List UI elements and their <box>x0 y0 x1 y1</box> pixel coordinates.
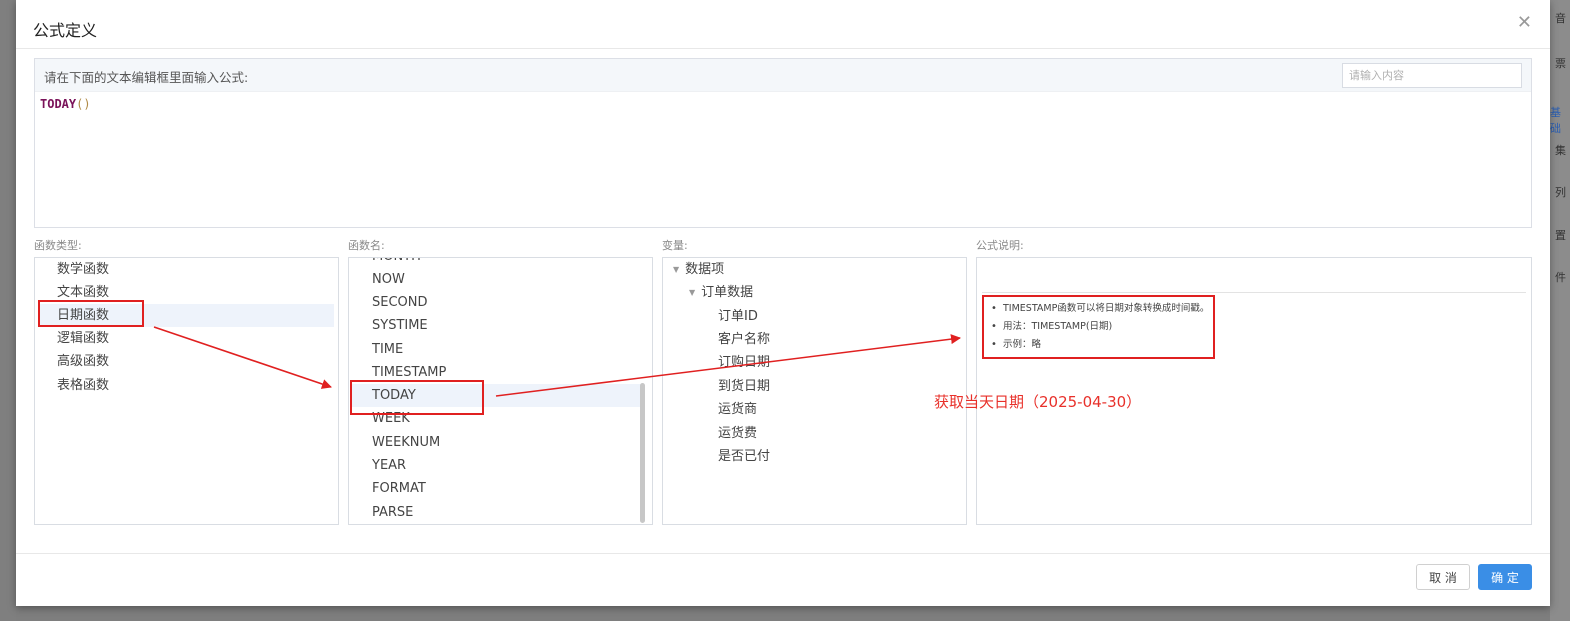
description-item: 示例：略 <box>989 336 1209 354</box>
function-item[interactable]: WEEK <box>372 407 410 430</box>
function-item[interactable]: SYSTIME <box>372 314 428 337</box>
tree-leaf[interactable]: 订购日期 <box>718 351 770 374</box>
function-item[interactable]: TIMESTAMP <box>372 361 446 384</box>
description-item: TIMESTAMP函数可以将日期对象转换成时间戳。 <box>989 300 1209 318</box>
formula-parens-token: () <box>76 97 91 111</box>
function-item[interactable]: MONTH <box>372 258 421 268</box>
category-panel-label: 函数类型: <box>34 239 82 252</box>
category-list: 数学函数 文本函数 日期函数 逻辑函数 高级函数 表格函数 <box>34 257 339 525</box>
background-text: 置 <box>1555 229 1566 242</box>
function-item[interactable]: FORMAT <box>372 477 426 500</box>
category-item[interactable]: 数学函数 <box>57 258 109 281</box>
tree-leaf[interactable]: 运货商 <box>718 398 757 421</box>
category-item-selected[interactable]: 日期函数 <box>39 304 334 327</box>
function-list: MONTH NOW SECOND SYSTIME TIME TIMESTAMP … <box>348 257 653 525</box>
tree-leaf[interactable]: 客户名称 <box>718 328 770 351</box>
description-divider <box>982 292 1526 293</box>
function-item[interactable]: SECOND <box>372 291 428 314</box>
background-text: 件 <box>1555 271 1566 284</box>
function-item[interactable]: TIME <box>372 338 403 361</box>
tree-leaf[interactable]: 是否已付 <box>718 445 770 468</box>
function-panel-label: 函数名: <box>348 239 385 252</box>
background-app-right: 音 票 基础 集 列 置 件 <box>1550 0 1570 621</box>
tree-node-group[interactable]: ▼ 订单数据 <box>689 281 753 304</box>
background-app-left <box>0 0 16 621</box>
close-icon[interactable]: ✕ <box>1517 14 1532 32</box>
formula-editor[interactable]: 请在下面的文本编辑框里面输入公式: TODAY() <box>34 58 1532 228</box>
search-input[interactable] <box>1342 63 1522 88</box>
editor-hint: 请在下面的文本编辑框里面输入公式: <box>44 70 249 85</box>
function-list-scrollbar[interactable] <box>640 383 645 523</box>
cancel-button[interactable]: 取 消 <box>1416 564 1470 590</box>
annotation-text: 获取当天日期（2025-04-30） <box>934 393 1142 411</box>
caret-down-icon: ▼ <box>689 288 696 297</box>
caret-down-icon: ▼ <box>673 265 680 274</box>
function-item[interactable]: PARSE <box>372 501 413 524</box>
function-item-selected[interactable]: TODAY <box>351 384 641 407</box>
variable-panel-label: 变量: <box>662 239 688 252</box>
formula-code[interactable]: TODAY() <box>40 97 91 111</box>
formula-function-token: TODAY <box>40 97 77 111</box>
description-list: TIMESTAMP函数可以将日期对象转换成时间戳。 用法：TIMESTAMP(日… <box>989 300 1209 354</box>
category-item[interactable]: 高级函数 <box>57 350 109 373</box>
formula-definition-dialog: 公式定义 ✕ 请在下面的文本编辑框里面输入公式: TODAY() 函数类型: 函… <box>16 0 1550 606</box>
background-text: 基础 <box>1550 106 1561 135</box>
dialog-footer: 取 消 确 定 <box>16 553 1550 606</box>
function-item[interactable]: WEEKNUM <box>372 431 440 454</box>
category-item[interactable]: 逻辑函数 <box>57 327 109 350</box>
background-text: 音 <box>1555 12 1566 25</box>
tree-node-root[interactable]: ▼ 数据项 <box>673 258 724 281</box>
tree-leaf[interactable]: 到货日期 <box>718 375 770 398</box>
function-item[interactable]: NOW <box>372 268 405 291</box>
dialog-title: 公式定义 <box>33 21 98 40</box>
background-text: 票 <box>1555 57 1566 70</box>
background-text: 列 <box>1555 186 1566 199</box>
tree-node-label: 数据项 <box>685 262 725 277</box>
function-item[interactable]: YEAR <box>372 454 406 477</box>
editor-toolbar: 请在下面的文本编辑框里面输入公式: <box>35 59 1531 92</box>
description-item: 用法：TIMESTAMP(日期) <box>989 318 1209 336</box>
tree-node-label: 订单数据 <box>701 285 754 300</box>
dialog-header: 公式定义 ✕ <box>16 0 1550 49</box>
background-app-bottom <box>16 606 1550 621</box>
variable-tree: ▼ 数据项 ▼ 订单数据 订单ID 客户名称 订购日期 到货日期 运货商 运货费 是… <box>662 257 967 525</box>
tree-leaf[interactable]: 运货费 <box>718 422 757 445</box>
tree-leaf[interactable]: 订单ID <box>718 305 758 328</box>
description-panel-label: 公式说明: <box>976 239 1024 252</box>
category-item[interactable]: 表格函数 <box>57 374 109 397</box>
background-text: 集 <box>1555 144 1566 157</box>
category-item[interactable]: 文本函数 <box>57 281 109 304</box>
confirm-button[interactable]: 确 定 <box>1478 564 1532 590</box>
